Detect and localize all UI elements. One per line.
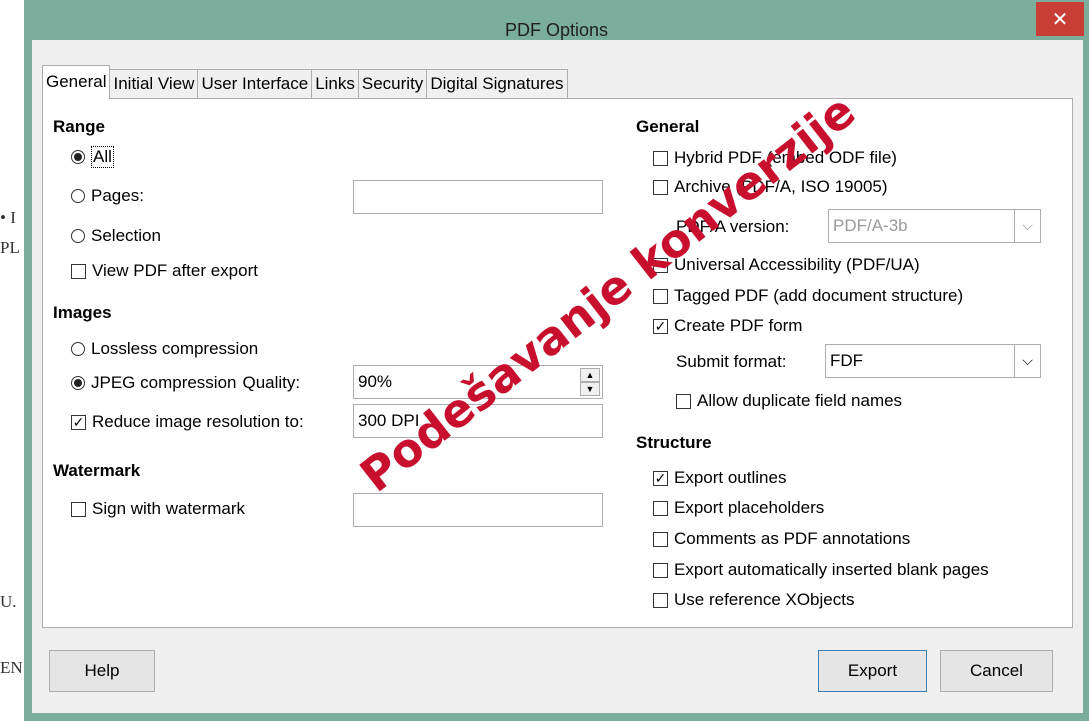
checkbox-icon bbox=[676, 393, 691, 409]
spin-down-icon[interactable]: ▼ bbox=[580, 382, 600, 396]
quality-value: 90% bbox=[358, 372, 393, 391]
quality-stepper[interactable]: ▲ ▼ bbox=[580, 368, 600, 396]
close-button[interactable]: ✕ bbox=[1036, 2, 1084, 36]
background-text: PL bbox=[0, 238, 20, 257]
checkbox-icon bbox=[71, 501, 86, 517]
range-selection-label: Selection bbox=[91, 226, 161, 245]
checkbox-icon bbox=[653, 150, 668, 166]
tab-digital-signatures[interactable]: Digital Signatures bbox=[426, 69, 568, 99]
view-pdf-checkbox[interactable]: View PDF after export bbox=[71, 261, 258, 281]
chevron-down-icon: ⌵ bbox=[1014, 210, 1040, 242]
blank-pages-label: Export automatically inserted blank page… bbox=[674, 560, 989, 579]
tab-initial-view[interactable]: Initial View bbox=[109, 69, 199, 99]
structure-section-title: Structure bbox=[636, 433, 712, 452]
jpeg-label: JPEG compression bbox=[91, 373, 237, 392]
tab-security[interactable]: Security bbox=[357, 69, 428, 99]
close-icon: ✕ bbox=[1051, 8, 1069, 31]
general-section-title: General bbox=[636, 117, 700, 136]
tab-general[interactable]: General bbox=[42, 65, 111, 99]
tab-links[interactable]: Links bbox=[311, 69, 359, 99]
blank-pages-checkbox[interactable]: Export automatically inserted blank page… bbox=[653, 560, 989, 580]
background-text: • I bbox=[0, 208, 16, 227]
checkbox-icon bbox=[653, 179, 668, 195]
tab-user-interface[interactable]: User Interface bbox=[197, 69, 313, 99]
export-outlines-checkbox[interactable]: ✓ Export outlines bbox=[653, 468, 786, 488]
spin-up-icon[interactable]: ▲ bbox=[580, 368, 600, 382]
allow-duplicate-checkbox[interactable]: Allow duplicate field names bbox=[676, 391, 902, 411]
checkbox-icon bbox=[653, 592, 668, 608]
watermark-section-title: Watermark bbox=[53, 461, 141, 480]
help-button[interactable]: Help bbox=[49, 650, 155, 692]
export-placeholders-checkbox[interactable]: Export placeholders bbox=[653, 498, 824, 518]
range-section-title: Range bbox=[53, 117, 105, 136]
create-form-label: Create PDF form bbox=[674, 316, 803, 335]
export-outlines-label: Export outlines bbox=[674, 468, 787, 487]
checkmark-icon: ✓ bbox=[71, 413, 86, 430]
quality-label: Quality: bbox=[242, 373, 301, 392]
comments-annotations-label: Comments as PDF annotations bbox=[674, 529, 911, 548]
lossless-option[interactable]: Lossless compression bbox=[71, 339, 258, 359]
radio-icon bbox=[71, 189, 85, 203]
reduce-resolution-checkbox[interactable]: ✓ Reduce image resolution to: bbox=[71, 412, 304, 432]
checkbox-icon bbox=[653, 288, 668, 304]
range-all-label: All bbox=[91, 146, 114, 168]
checkmark-icon: ✓ bbox=[653, 317, 668, 334]
pdfa-version-value: PDF/A-3b bbox=[833, 216, 908, 235]
watermark-input[interactable] bbox=[353, 493, 603, 527]
reduce-resolution-label: Reduce image resolution to: bbox=[92, 412, 304, 431]
images-section-title: Images bbox=[53, 303, 112, 322]
xobjects-label: Use reference XObjects bbox=[674, 590, 855, 609]
submit-format-select[interactable]: FDF ⌵ bbox=[825, 344, 1041, 378]
submit-format-value: FDF bbox=[830, 351, 864, 370]
radio-icon bbox=[71, 376, 85, 390]
allow-duplicate-label: Allow duplicate field names bbox=[697, 391, 903, 410]
dialog-title: PDF Options bbox=[504, 20, 609, 40]
lossless-label: Lossless compression bbox=[91, 339, 259, 358]
universal-accessibility-label: Universal Accessibility (PDF/UA) bbox=[674, 255, 920, 274]
range-selection-option[interactable]: Selection bbox=[71, 226, 161, 246]
checkbox-icon bbox=[653, 562, 668, 578]
range-pages-option[interactable]: Pages: bbox=[71, 186, 144, 206]
submit-format-row: Submit format: bbox=[676, 352, 787, 372]
jpeg-option[interactable]: JPEG compression Quality: bbox=[71, 373, 300, 393]
tagged-pdf-checkbox[interactable]: Tagged PDF (add document structure) bbox=[653, 286, 963, 306]
range-pages-label: Pages: bbox=[91, 186, 144, 205]
tab-bar: General Initial View User Interface Link… bbox=[42, 65, 568, 99]
sign-watermark-label: Sign with watermark bbox=[92, 499, 246, 518]
checkmark-icon: ✓ bbox=[653, 469, 668, 486]
create-form-checkbox[interactable]: ✓ Create PDF form bbox=[653, 316, 802, 336]
range-all-option[interactable]: All bbox=[71, 146, 114, 168]
submit-format-label: Submit format: bbox=[676, 352, 787, 371]
xobjects-checkbox[interactable]: Use reference XObjects bbox=[653, 590, 854, 610]
checkbox-icon bbox=[653, 531, 668, 547]
export-button[interactable]: Export bbox=[818, 650, 927, 692]
checkbox-icon bbox=[71, 263, 86, 279]
view-pdf-label: View PDF after export bbox=[92, 261, 258, 280]
radio-icon bbox=[71, 229, 85, 243]
background-text: EN bbox=[0, 658, 23, 677]
radio-icon bbox=[71, 342, 85, 356]
tagged-pdf-label: Tagged PDF (add document structure) bbox=[674, 286, 964, 305]
dialog-body: General Initial View User Interface Link… bbox=[32, 40, 1083, 713]
background-text: U. bbox=[0, 592, 17, 611]
cancel-button[interactable]: Cancel bbox=[940, 650, 1053, 692]
sign-watermark-checkbox[interactable]: Sign with watermark bbox=[71, 499, 245, 519]
pdfa-version-select[interactable]: PDF/A-3b ⌵ bbox=[828, 209, 1041, 243]
comments-annotations-checkbox[interactable]: Comments as PDF annotations bbox=[653, 529, 910, 549]
pages-input[interactable] bbox=[353, 180, 603, 214]
checkbox-icon bbox=[653, 500, 668, 516]
export-placeholders-label: Export placeholders bbox=[674, 498, 825, 517]
chevron-down-icon: ⌵ bbox=[1014, 345, 1040, 377]
radio-icon bbox=[71, 150, 85, 164]
